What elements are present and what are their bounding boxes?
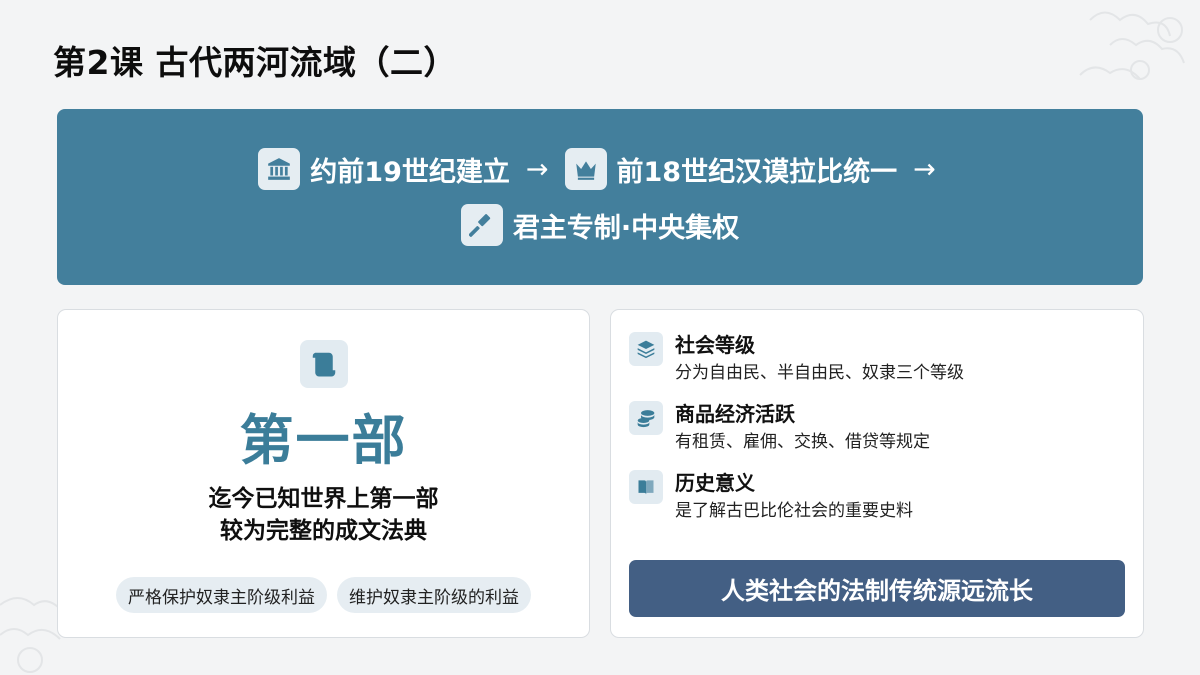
- feature-title: 社会等级: [675, 333, 755, 357]
- arrow-icon: →: [525, 153, 549, 185]
- code-description-line-2: 较为完整的成文法典: [220, 518, 427, 544]
- timeline-row-2: 君主专制·中央集权: [460, 204, 740, 246]
- code-headline: 第一部: [239, 409, 408, 472]
- book-icon: [629, 470, 663, 504]
- feature-desc: 是了解古巴比伦社会的重要史料: [675, 501, 913, 521]
- gavel-icon: [460, 204, 503, 246]
- page-title: 第2课 古代两河流域（二）: [53, 43, 457, 82]
- feature-social-class: 社会等级 分为自由民、半自由民、奴隶三个等级: [629, 332, 1125, 401]
- conclusion-banner: 人类社会的法制传统源远流长: [629, 560, 1125, 617]
- feature-desc: 有租赁、雇佣、交换、借贷等规定: [675, 432, 930, 452]
- tag-protect-interest: 严格保护奴隶主阶级利益: [116, 577, 327, 613]
- code-description: 迄今已知世界上第一部 较为完整的成文法典: [209, 483, 439, 547]
- scroll-icon: [299, 340, 348, 388]
- museum-icon: [258, 148, 301, 190]
- feature-title: 商品经济活跃: [675, 402, 795, 426]
- timeline-step-1: 约前19世纪建立: [310, 156, 510, 188]
- feature-commodity-economy: 商品经济活跃 有租赁、雇佣、交换、借贷等规定: [629, 401, 1125, 470]
- feature-desc: 分为自由民、半自由民、奴隶三个等级: [675, 363, 964, 383]
- timeline-panel: 约前19世纪建立 → 前18世纪汉谟拉比统一 → 君主专制·中央集权: [57, 109, 1143, 285]
- arrow-icon: →: [913, 153, 936, 185]
- code-description-line-1: 迄今已知世界上第一部: [208, 486, 439, 512]
- timeline-row-1: 约前19世纪建立 → 前18世纪汉谟拉比统一 →: [258, 148, 941, 190]
- coins-icon: [629, 401, 663, 435]
- timeline-step-2: 前18世纪汉谟拉比统一: [616, 156, 898, 188]
- tag-group: 严格保护奴隶主阶级利益 维护奴隶主阶级的利益: [116, 577, 531, 613]
- layers-icon: [629, 332, 663, 366]
- tag-maintain-interest: 维护奴隶主阶级的利益: [337, 577, 531, 613]
- cloud-pattern-decoration: [1079, 11, 1185, 80]
- timeline-step-3: 君主专制·中央集权: [512, 212, 740, 244]
- features-card: 社会等级 分为自由民、半自由民、奴隶三个等级 商品经济活跃 有租赁、雇佣、交换、…: [610, 309, 1144, 638]
- feature-title: 历史意义: [675, 471, 755, 495]
- law-code-card: 第一部 迄今已知世界上第一部 较为完整的成文法典 严格保护奴隶主阶级利益 维护奴…: [57, 309, 590, 638]
- crown-icon: [564, 148, 607, 190]
- feature-historical-significance: 历史意义 是了解古巴比伦社会的重要史料: [629, 470, 1125, 539]
